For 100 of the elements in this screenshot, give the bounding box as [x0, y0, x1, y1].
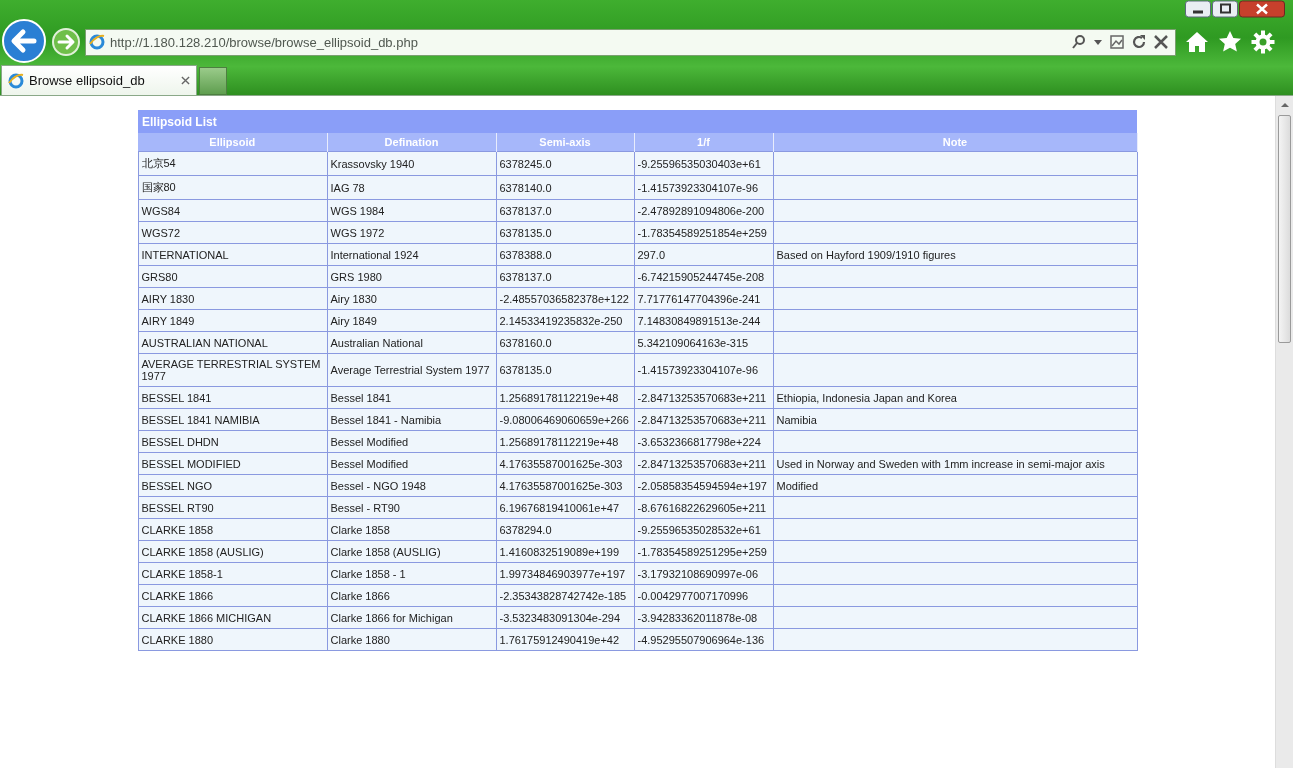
table-cell: 4.17635587001625e-303: [499, 457, 623, 470]
table-cell: -3.17932108690997e-06: [637, 567, 758, 580]
table-cell: 6378245.0: [499, 157, 552, 170]
table-cell: 1.76175912490419e+42: [499, 633, 620, 646]
table-cell: 7.71776147704396e-241: [637, 292, 761, 305]
table-cell: Used in Norway and Sweden with 1mm increase in semi-major axis: [776, 457, 1105, 470]
table-cell: Bessel - NGO 1948: [330, 479, 426, 492]
table-cell: Airy 1849: [330, 314, 377, 327]
table-cell: BESSEL 1841: [141, 391, 212, 404]
table-cell: Clarke 1866: [330, 589, 390, 602]
table-cell: Bessel Modified: [330, 435, 409, 448]
table-cell: WGS84: [141, 204, 180, 217]
table-cell: 1.4160832519089e+199: [499, 545, 620, 558]
table-cell: GRS80: [141, 270, 178, 283]
table-cell: 5.342109064163e-315: [637, 336, 749, 349]
page-icon: [89, 34, 105, 50]
table-cell: AIRY 1849: [141, 314, 195, 327]
table-cell: -2.48557036582378e+122: [499, 292, 629, 305]
table-cell: Australian National: [330, 336, 423, 349]
tab-title: Browse ellipsoid_db: [29, 73, 145, 88]
table-cell: BESSEL NGO: [141, 479, 212, 492]
table-cell: International 1924: [330, 248, 419, 261]
compatibility-icon[interactable]: [1109, 34, 1125, 50]
close-icon[interactable]: [1239, 0, 1285, 18]
url-text: http://1.180.128.210/browse/browse_ellipsoid_db.php: [110, 34, 418, 50]
table-cell: CLARKE 1866 MICHIGAN: [141, 611, 272, 624]
table-cell: Clarke 1858: [330, 523, 390, 536]
table-cell: 1.25689178112219e+48: [499, 435, 619, 448]
address-bar[interactable]: http://1.180.128.210/browse/browse_ellipsoid_db.php: [85, 28, 1176, 56]
home-icon[interactable]: [1185, 30, 1209, 54]
search-icon[interactable]: [1071, 34, 1087, 50]
table-cell: Bessel 1841 - Namibia: [330, 413, 442, 426]
table-cell: Based on Hayford 1909/1910 figures: [776, 248, 956, 261]
table-cell: -1.41573923304107e-96: [637, 181, 758, 194]
table-cell: Namibia: [776, 413, 817, 426]
table-cell: Clarke 1858 (AUSLIG): [330, 545, 441, 558]
scroll-up-icon[interactable]: [1279, 100, 1290, 110]
back-icon[interactable]: [1, 18, 47, 64]
table-cell: Ethiopia, Indonesia Japan and Korea: [776, 391, 957, 404]
table-title: Ellipsoid List: [138, 110, 1137, 133]
table-cell: 6.19676819410061e+47: [499, 501, 620, 514]
table-cell: Clarke 1858 - 1: [330, 567, 406, 580]
table-cell: CLARKE 1866: [141, 589, 214, 602]
table-cell: BESSEL 1841 NAMIBIA: [141, 413, 260, 426]
table-cell: 6378294.0: [499, 523, 552, 536]
table-cell: CLARKE 1858-1: [141, 567, 223, 580]
table-cell: CLARKE 1858: [141, 523, 214, 536]
column-header: 1/f: [634, 133, 773, 152]
table-cell: -3.94283362011878e-08: [637, 611, 758, 624]
stop-icon[interactable]: [1153, 34, 1169, 50]
table-cell: -9.25596535028532e+61: [637, 523, 761, 536]
table-cell: -2.84713253570683e+211: [637, 457, 767, 470]
forward-icon[interactable]: [51, 27, 81, 57]
column-header: Note: [773, 133, 1137, 152]
table-cell: -8.67616822629605e+211: [637, 501, 767, 514]
table-cell: 国家80: [141, 181, 176, 193]
table-cell: 6378160.0: [499, 336, 552, 349]
table-cell: Krassovsky 1940: [330, 157, 415, 170]
table-cell: IAG 78: [330, 181, 365, 194]
table-cell: GRS 1980: [330, 270, 382, 283]
table-cell: Airy 1830: [330, 292, 377, 305]
table-cell: 6378135.0: [499, 364, 552, 376]
table-cell: Bessel - RT90: [330, 501, 400, 514]
page-icon: [8, 72, 24, 89]
table-cell: -2.84713253570683e+211: [637, 413, 767, 426]
table-cell: -2.35343828742742e-185: [499, 589, 627, 602]
table-cell: WGS72: [141, 226, 180, 239]
table-cell: BESSEL DHDN: [141, 435, 219, 448]
table-cell: 7.14830849891513e-244: [637, 314, 761, 327]
table-cell: AIRY 1830: [141, 292, 195, 305]
browser-tab[interactable]: Browse ellipsoid_db: [1, 65, 197, 95]
settings-icon[interactable]: [1251, 30, 1275, 54]
close-icon[interactable]: [181, 76, 190, 85]
scroll-thumb[interactable]: [1278, 115, 1291, 343]
table-cell: Average Terrestrial System 1977: [330, 364, 490, 376]
new-tab-button[interactable]: [199, 67, 227, 95]
maximize-icon[interactable]: [1212, 0, 1238, 18]
table-cell: 6378388.0: [499, 248, 552, 261]
column-header: Ellipsoid: [138, 133, 327, 152]
table-cell: CLARKE 1880: [141, 633, 214, 646]
minimize-icon[interactable]: [1185, 0, 1211, 18]
table-cell: 6378135.0: [499, 226, 552, 239]
column-header: Defination: [327, 133, 496, 152]
refresh-icon[interactable]: [1131, 34, 1147, 50]
table-cell: 4.17635587001625e-303: [499, 479, 623, 492]
table-cell: -1.78354589251295e+259: [637, 545, 767, 558]
table-cell: 1.25689178112219e+48: [499, 391, 619, 404]
scrollbar[interactable]: [1275, 96, 1293, 768]
table-cell: AUSTRALIAN NATIONAL: [141, 336, 268, 349]
table-cell: -6.74215905244745e-208: [637, 270, 765, 283]
table-cell: -3.5323483091304e-294: [499, 611, 620, 624]
table-cell: 2.14533419235832e-250: [499, 314, 623, 327]
table-cell: -9.25596535030403e+61: [637, 157, 761, 170]
table-cell: -4.95295507906964e-136: [637, 633, 765, 646]
table-cell: WGS 1972: [330, 226, 385, 239]
star-icon[interactable]: [1218, 30, 1242, 54]
table-cell: Modified: [776, 479, 819, 492]
column-header: Semi-axis: [496, 133, 634, 152]
table-cell: -2.47892891094806e-200: [637, 204, 765, 217]
table-cell: Bessel 1841: [330, 391, 392, 404]
